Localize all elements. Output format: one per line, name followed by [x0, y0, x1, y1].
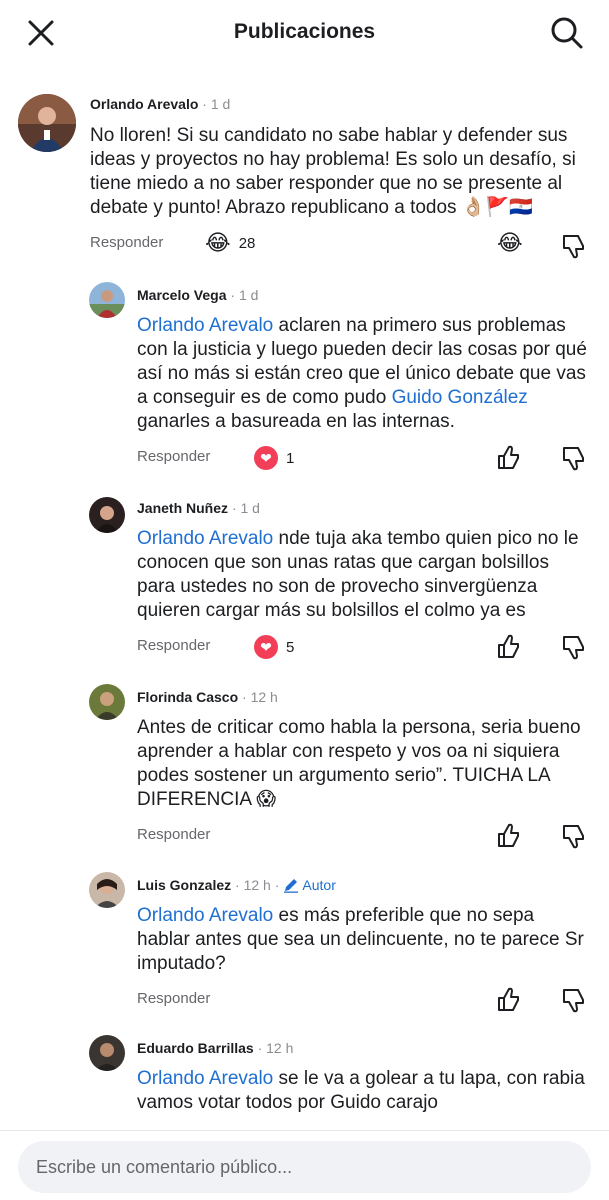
page-title: Publicaciones	[233, 20, 376, 43]
comment-text: Antes de criticar como habla la persona,…	[137, 717, 581, 810]
comment-text: Orlando Arevalo aclaren na primero sus p…	[137, 315, 587, 432]
like-icon[interactable]	[495, 986, 523, 1014]
comment-author[interactable]: Janeth Nuñez · 1 d	[137, 500, 260, 516]
author-badge: Autor	[283, 877, 336, 893]
like-icon[interactable]	[495, 822, 523, 850]
like-icon[interactable]	[495, 633, 523, 661]
reaction-count: 28	[238, 234, 256, 252]
reply-button[interactable]: Responder	[90, 234, 163, 251]
avatar[interactable]	[18, 94, 76, 152]
pencil-icon	[284, 879, 299, 893]
comment-time: · 12 h	[257, 1040, 294, 1056]
reply-button[interactable]: Responder	[137, 990, 210, 1007]
comment: Orlando Arevalo · 1 d No lloren! Si su c…	[0, 90, 609, 270]
avatar[interactable]	[89, 497, 125, 533]
mention-link[interactable]: Orlando Arevalo	[137, 528, 273, 549]
mention-link[interactable]: Orlando Arevalo	[137, 315, 273, 336]
avatar[interactable]	[89, 282, 125, 318]
comment: Janeth Nuñez · 1 d Orlando Arevalo nde t…	[0, 493, 609, 673]
reply-button[interactable]: Responder	[137, 448, 210, 465]
search-icon[interactable]	[549, 15, 585, 51]
dislike-icon[interactable]	[560, 232, 588, 260]
mention-link[interactable]: Guido González	[392, 387, 528, 408]
haha-react-button[interactable]: 😂	[497, 230, 523, 256]
avatar[interactable]	[89, 684, 125, 720]
love-reaction-icon: ❤	[254, 635, 278, 659]
reply-button[interactable]: Responder	[137, 637, 210, 654]
mention-link[interactable]: Orlando Arevalo	[137, 1068, 273, 1089]
comment-author[interactable]: Eduardo Barrillas · 12 h	[137, 1040, 293, 1056]
comment-time: · 1 d	[230, 287, 259, 303]
comment-author[interactable]: Florinda Casco · 12 h	[137, 689, 278, 705]
comment-author[interactable]: Luis Gonzalez · 12 h · Autor	[137, 877, 336, 893]
top-bar: Publicaciones	[0, 0, 609, 68]
reaction-count: 5	[286, 638, 295, 656]
haha-reaction-icon: 😂	[205, 230, 231, 255]
like-icon[interactable]	[495, 444, 523, 472]
reaction-summary[interactable]: ❤ 1	[254, 446, 294, 470]
avatar[interactable]	[89, 872, 125, 908]
comment-text: Orlando Arevalo nde tuja aka tembo quien…	[137, 528, 579, 621]
comment: Luis Gonzalez · 12 h · Autor Orlando Are…	[0, 870, 609, 1020]
reaction-summary[interactable]: ❤ 5	[254, 635, 294, 659]
comment-composer	[0, 1130, 609, 1200]
comment-text: No lloren! Si su candidato no sabe habla…	[90, 125, 576, 218]
love-reaction-icon: ❤	[254, 446, 278, 470]
mention-link[interactable]: Orlando Arevalo	[137, 905, 273, 926]
comment-input[interactable]	[18, 1141, 591, 1193]
reply-button[interactable]: Responder	[137, 826, 210, 843]
reaction-summary[interactable]: 😂 28	[205, 230, 255, 256]
comment: Florinda Casco · 12 h Antes de criticar …	[0, 682, 609, 852]
dislike-icon[interactable]	[560, 444, 588, 472]
comment-author[interactable]: Orlando Arevalo · 1 d	[90, 96, 230, 112]
avatar[interactable]	[89, 1035, 125, 1071]
comment: Eduardo Barrillas · 12 h Orlando Arevalo…	[0, 1033, 609, 1133]
comment-author[interactable]: Marcelo Vega · 1 d	[137, 287, 258, 303]
dislike-icon[interactable]	[560, 633, 588, 661]
comment-time: · 1 d	[231, 500, 260, 516]
comment-time: · 12 h ·	[235, 877, 280, 893]
dislike-icon[interactable]	[560, 822, 588, 850]
comment-time: · 12 h	[242, 689, 278, 705]
comment-text: Orlando Arevalo se le va a golear a tu l…	[137, 1068, 585, 1113]
comment-text: Orlando Arevalo es más preferible que no…	[137, 905, 584, 974]
dislike-icon[interactable]	[560, 986, 588, 1014]
comment: Marcelo Vega · 1 d Orlando Arevalo aclar…	[0, 280, 609, 480]
reaction-count: 1	[286, 449, 295, 467]
comment-time: · 1 d	[202, 96, 231, 112]
